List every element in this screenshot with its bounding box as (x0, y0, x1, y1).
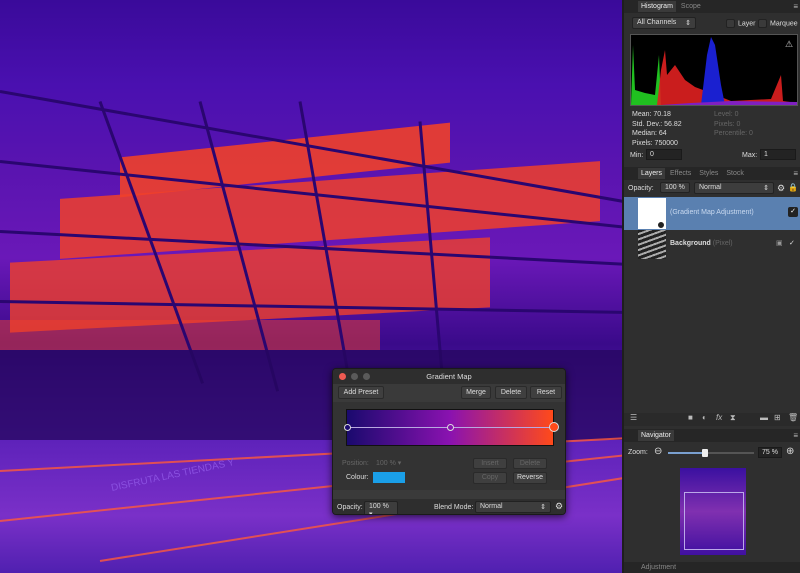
lock-icon[interactable]: ▣ (776, 239, 783, 247)
layer-thumbnail (638, 230, 666, 259)
tab-scope[interactable]: Scope (678, 1, 704, 12)
panel-menu-icon[interactable]: ≡ (793, 431, 798, 440)
gradient-stop[interactable] (344, 424, 351, 431)
delete-stop-button[interactable]: Delete (513, 458, 547, 469)
stat-median: Median: 64 (632, 130, 667, 137)
add-layer-icon[interactable]: ⊞ (774, 413, 781, 422)
zoom-input[interactable]: 75 % (758, 447, 782, 458)
layer-name: (Gradient Map Adjustment) (670, 209, 754, 216)
close-button[interactable] (339, 373, 346, 380)
blend-mode-label: Blend Mode: (434, 504, 474, 511)
layer-blend-select[interactable]: Normal ⇕ (694, 182, 774, 194)
zoom-slider[interactable] (668, 449, 754, 457)
stat-std: Std. Dev.: 56.82 (632, 120, 682, 128)
opacity-label: Opacity: (337, 504, 363, 511)
colour-swatch[interactable] (373, 472, 405, 483)
dialog-title: Gradient Map (426, 372, 472, 381)
trash-icon[interactable]: 🗑 (788, 413, 798, 422)
visibility-checkbox[interactable]: ✓ (788, 207, 798, 217)
tab-stock[interactable]: Stock (723, 168, 747, 179)
lock-icon[interactable]: 🔒 (788, 183, 798, 192)
layers-toolbar: ☰ ■ ◐ fx ⧗ ▬ ⊞ 🗑 (624, 413, 800, 426)
tab-styles[interactable]: Styles (696, 168, 721, 179)
layer-row-background[interactable]: Background (Pixel) ▣ ✓ (624, 230, 800, 260)
warning-icon: ⚠ (785, 39, 793, 49)
gear-icon[interactable]: ⚙ (777, 183, 785, 194)
layer-type: (Pixel) (712, 240, 733, 247)
fx-icon[interactable]: fx (716, 413, 722, 422)
max-input[interactable]: 1 (760, 149, 796, 160)
folder-icon[interactable]: ▬ (760, 413, 768, 422)
adjustment-badge-icon (657, 221, 665, 229)
stat-pixels: Pixels: 750000 (632, 139, 678, 147)
opacity-select[interactable]: 100 % ▾ (364, 501, 398, 514)
blend-mode-select[interactable]: Normal ⇕ (475, 501, 551, 513)
panel-menu-icon[interactable]: ≡ (793, 169, 798, 178)
stat-level: Level: 0 (714, 111, 739, 118)
gradient-map-dialog: Gradient Map Add Preset Merge Delete Res… (332, 368, 566, 515)
navigator-tabs: Navigator ≡ (624, 429, 800, 442)
histogram-graph: ⚠ (630, 34, 798, 106)
zoom-in-icon[interactable]: ⊕ (786, 446, 794, 457)
min-input[interactable]: 0 (646, 149, 682, 160)
navigator-thumbnail[interactable] (680, 468, 746, 555)
mask-icon[interactable]: ■ (688, 413, 693, 422)
adjustment-tabs: Adjustment (624, 562, 800, 573)
insert-button[interactable]: Insert (473, 458, 507, 469)
stat-percentile: Percentile: 0 (714, 130, 753, 137)
layer-row-gradient-map[interactable]: (Gradient Map Adjustment) ✓ (624, 197, 800, 230)
stat-pixels-sel: Pixels: 0 (714, 120, 741, 128)
layers-stack-icon[interactable]: ☰ (630, 413, 637, 422)
merge-button[interactable]: Merge (461, 386, 491, 399)
layers-tabs: Layers Effects Styles Stock ≡ (624, 167, 800, 180)
position-select[interactable]: 100 % ▾ (373, 457, 405, 468)
zoom-label: Zoom: (628, 449, 648, 456)
histogram-stats: Mean: 70.18 Std. Dev.: 56.82 Median: 64 … (632, 110, 682, 148)
tab-navigator[interactable]: Navigator (638, 430, 674, 441)
right-panel: Histogram Scope ≡ All Channels ⇕ Layer Ma… (622, 0, 800, 573)
layer-opacity-select[interactable]: 100 % (660, 182, 690, 193)
dialog-footer: Opacity: 100 % ▾ Blend Mode: Normal ⇕ ⚙ (333, 499, 565, 514)
delete-button[interactable]: Delete (495, 386, 527, 399)
gradient-editor[interactable] (344, 409, 559, 446)
tab-effects[interactable]: Effects (667, 168, 694, 179)
stat-mean: Mean: 70.18 (632, 111, 671, 118)
dialog-titlebar[interactable]: Gradient Map (333, 369, 565, 384)
channel-select[interactable]: All Channels ⇕ (632, 17, 696, 29)
copy-button[interactable]: Copy (473, 472, 507, 484)
live-filter-icon[interactable]: ⧗ (730, 413, 736, 423)
visibility-checkbox[interactable]: ✓ (789, 239, 795, 247)
zoom-button[interactable] (363, 373, 370, 380)
reset-button[interactable]: Reset (530, 386, 562, 399)
tab-adjustment[interactable]: Adjustment (638, 562, 679, 573)
add-preset-button[interactable]: Add Preset (338, 386, 384, 399)
adjustment-icon[interactable]: ◐ (702, 413, 707, 422)
min-label: Min: (630, 152, 644, 159)
layer-name: Background (670, 240, 711, 247)
opacity-label: Opacity: (628, 185, 654, 192)
minimize-button[interactable] (351, 373, 358, 380)
zoom-out-icon[interactable]: ⊖ (654, 446, 662, 457)
tab-histogram[interactable]: Histogram (638, 1, 676, 12)
layer-checkbox[interactable]: Layer (726, 19, 756, 28)
max-label: Max: (742, 152, 758, 159)
colour-label: Colour: (346, 474, 369, 481)
navigator-viewport[interactable] (684, 492, 744, 550)
gradient-stop[interactable] (447, 424, 454, 431)
gear-icon[interactable]: ⚙ (555, 501, 563, 512)
gradient-stop-selected[interactable] (549, 422, 559, 432)
position-label: Position: (342, 460, 369, 467)
layer-thumbnail (638, 198, 666, 229)
histogram-selection-stats: Level: 0 Pixels: 0 Percentile: 0 (714, 110, 753, 139)
panel-menu-icon[interactable]: ≡ (793, 2, 798, 11)
histogram-tabs: Histogram Scope ≡ (624, 0, 800, 13)
tab-layers[interactable]: Layers (638, 168, 666, 179)
marquee-checkbox[interactable]: Marquee (758, 19, 798, 28)
reverse-button[interactable]: Reverse (513, 472, 547, 484)
